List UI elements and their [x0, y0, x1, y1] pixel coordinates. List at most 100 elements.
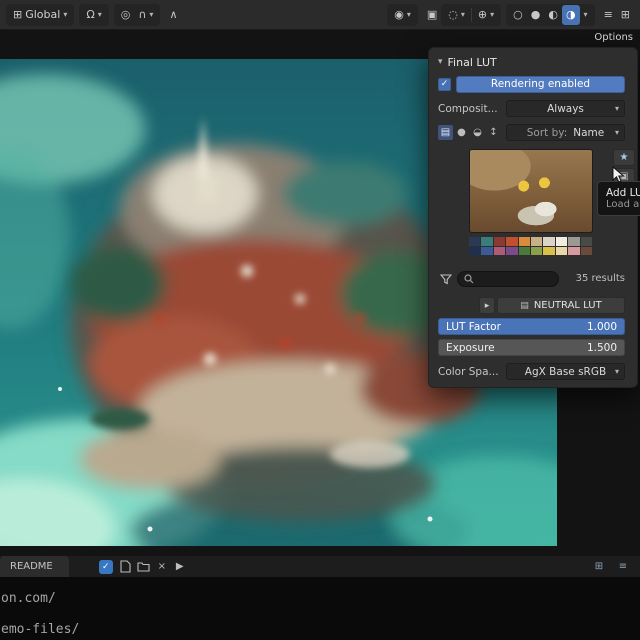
sphere-view-icon[interactable]: ●	[454, 125, 469, 140]
gizmos-toggle-button[interactable]: ⊕ ▾	[474, 5, 498, 25]
composite-row: Composit... Always ▾	[438, 100, 625, 117]
snap-toggle-button[interactable]: Ω ▾	[82, 5, 105, 25]
tab-readme[interactable]: README	[0, 556, 69, 577]
filter-button[interactable]	[438, 273, 454, 285]
folder-icon	[137, 562, 150, 572]
palette-swatch[interactable]	[518, 246, 530, 255]
proportional-editing-button[interactable]: ◎	[117, 5, 135, 25]
run-script-button[interactable]: ▶	[171, 559, 189, 575]
colorspace-dropdown[interactable]: AgX Base sRGB ▾	[506, 363, 625, 380]
falloff-dropdown[interactable]: ∩ ▾	[134, 5, 157, 25]
palette-swatch[interactable]	[481, 246, 493, 255]
palette-swatch[interactable]	[555, 237, 568, 246]
search-input[interactable]	[457, 270, 559, 287]
chevron-down-icon: ▾	[490, 10, 495, 19]
overlays-icon: ◌	[448, 8, 458, 21]
new-file-button[interactable]	[117, 559, 135, 575]
mouse-cursor	[612, 166, 625, 183]
final-lut-panel: ▾ Final LUT ✓ Rendering enabled Composit…	[428, 47, 638, 388]
palette-swatch[interactable]	[506, 246, 518, 255]
shading-material-button[interactable]: ◐	[544, 5, 562, 25]
chevron-down-icon: ▾	[583, 10, 588, 19]
tooltip: Add LUT Load a ne	[597, 181, 640, 216]
exposure-value: 1.500	[586, 341, 617, 354]
palette-swatch[interactable]	[580, 237, 592, 246]
neutral-lut-button[interactable]: ▤ NEUTRAL LUT	[497, 297, 625, 314]
transform-orientation-dropdown[interactable]: ⊞ Global ▾	[9, 5, 71, 25]
expand-lut-button[interactable]: ▸	[479, 297, 495, 314]
palette-swatch[interactable]	[493, 246, 506, 255]
console-line: emo-files/	[1, 622, 80, 637]
palette-swatch[interactable]	[469, 237, 481, 246]
palette-swatch[interactable]	[580, 246, 592, 255]
editor-menu-button[interactable]: ≡	[614, 559, 632, 575]
header-grid-button[interactable]: ⊞	[617, 5, 634, 25]
palette-swatch[interactable]	[543, 246, 555, 255]
tool-icon: ∧	[169, 8, 178, 21]
shading-rendered-button[interactable]: ◑	[561, 4, 580, 25]
exposure-slider[interactable]: Exposure 1.500	[438, 339, 625, 356]
viewport-header: ⊞ Global ▾ Ω ▾ ◎ ∩ ▾ ∧ ◉ ▾ ▣ ◌ ▾ ⊕ ▾ ○ ●…	[0, 0, 640, 30]
editor-grid-button[interactable]: ⊞	[590, 559, 608, 575]
console-line: on.com/	[1, 591, 56, 606]
solid-sphere-icon: ●	[530, 8, 541, 21]
lut-factor-slider[interactable]: LUT Factor 1.000	[438, 318, 625, 335]
header-menu-button[interactable]: ≡	[600, 5, 617, 25]
chevron-down-icon: ▾	[614, 367, 619, 376]
rendering-checkbox[interactable]: ✓	[438, 78, 451, 91]
shading-options-dropdown[interactable]: ▾	[580, 5, 592, 25]
palette-swatch[interactable]	[469, 246, 481, 255]
favorite-button[interactable]: ★	[613, 149, 635, 166]
proportional-icon: ◎	[120, 8, 131, 21]
overlays-toggle-button[interactable]: ◌ ▾	[444, 5, 469, 25]
half-view-icon[interactable]: ◒	[470, 125, 485, 140]
visibility-icon: ◉	[394, 8, 404, 21]
colorspace-row: Color Spa... AgX Base sRGB ▾	[438, 363, 625, 380]
xray-toggle-button[interactable]: ▣	[423, 5, 441, 25]
panel-header[interactable]: ▾ Final LUT	[438, 54, 625, 70]
open-file-button[interactable]	[135, 559, 153, 575]
material-sphere-icon: ◐	[548, 8, 558, 21]
readme-tab-label: README	[10, 561, 53, 572]
object-visibility-dropdown[interactable]: ◉ ▾	[390, 5, 415, 25]
shading-solid-button[interactable]: ●	[527, 5, 545, 25]
tool-icon-button[interactable]: ∧	[165, 5, 181, 25]
palette-swatch[interactable]	[481, 237, 493, 246]
sort-label: Sort by:	[526, 126, 568, 139]
image-view-icon[interactable]: ▤	[438, 125, 453, 140]
sort-dropdown[interactable]: Sort by: Name ▾	[506, 124, 625, 141]
unlink-button[interactable]: ×	[153, 559, 171, 575]
lut-thumbnail[interactable]	[469, 149, 593, 233]
exposure-label: Exposure	[446, 341, 495, 354]
wireframe-sphere-icon: ○	[513, 8, 523, 21]
palette-swatch[interactable]	[506, 237, 518, 246]
lut-palette	[469, 237, 593, 255]
lut-factor-value: 1.000	[586, 320, 617, 333]
palette-swatch[interactable]	[543, 237, 555, 246]
verified-badge-icon[interactable]: ✓	[98, 559, 113, 574]
console-output: on.com/ emo-files/	[0, 577, 640, 640]
magnet-icon: Ω	[86, 8, 95, 21]
palette-swatch[interactable]	[568, 246, 580, 255]
funnel-icon	[440, 273, 452, 284]
palette-swatch[interactable]	[493, 237, 506, 246]
options-button[interactable]: Options	[594, 32, 633, 43]
chevron-down-icon: ▾	[97, 10, 102, 19]
composite-dropdown[interactable]: Always ▾	[506, 100, 625, 117]
neutral-lut-label: NEUTRAL LUT	[533, 300, 602, 311]
composite-label: Composit...	[438, 102, 498, 115]
palette-swatch[interactable]	[518, 237, 530, 246]
colorspace-value: AgX Base sRGB	[524, 365, 607, 378]
panel-title: Final LUT	[447, 55, 497, 69]
chevron-down-icon: ▾	[149, 10, 154, 19]
sort-direction-icon[interactable]: ↕	[486, 125, 501, 140]
chevron-down-icon: ▾	[614, 104, 619, 113]
shading-wireframe-button[interactable]: ○	[509, 5, 527, 25]
palette-swatch[interactable]	[568, 237, 580, 246]
palette-swatch[interactable]	[530, 246, 543, 255]
collapse-icon: ▾	[438, 57, 443, 67]
palette-swatch[interactable]	[555, 246, 568, 255]
menu-icon: ≡	[603, 8, 613, 21]
palette-swatch[interactable]	[530, 237, 543, 246]
rendering-enabled-button[interactable]: Rendering enabled	[456, 76, 625, 93]
